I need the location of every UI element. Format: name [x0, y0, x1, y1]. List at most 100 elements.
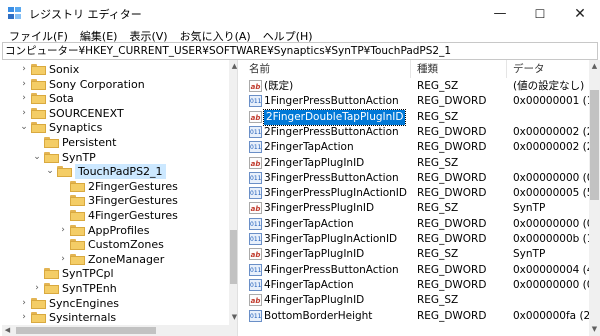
value-name: 3FingerTapPlugInID: [264, 248, 365, 261]
tree-item[interactable]: › Sota: [2, 91, 227, 106]
close-button[interactable]: ✕: [560, 0, 600, 27]
value-name: 4FingerTapAction: [264, 278, 354, 291]
folder-body: [31, 66, 46, 75]
value-data: 0x00000000 (0): [513, 217, 598, 230]
tree-item[interactable]: ⌄ SynTP: [2, 150, 227, 165]
tree-item[interactable]: › Sysinternals: [2, 310, 227, 325]
list-scroll-thumb[interactable]: [590, 90, 599, 200]
string-value-icon: ab: [249, 294, 262, 307]
chevron-right-icon[interactable]: ›: [58, 252, 68, 267]
tree-item[interactable]: ⌄ TouchPadPS2_1: [2, 164, 227, 180]
scroll-up-arrow-icon[interactable]: ▲: [589, 61, 600, 72]
value-data: SynTP: [513, 248, 546, 261]
tree-item-label: Synaptics: [49, 121, 103, 135]
table-row[interactable]: ab (既定) REG_SZ (値の設定なし): [243, 79, 600, 94]
folder-body: [44, 285, 59, 294]
tree-item[interactable]: ⌄ Synaptics: [2, 120, 227, 135]
value-name: 1FingerPressButtonAction: [264, 95, 399, 108]
tree-item[interactable]: CustomZones: [2, 237, 227, 252]
table-row[interactable]: 011 3FingerPressButtonAction REG_DWORD 0x00…: [243, 171, 600, 186]
folder-body: [31, 95, 46, 105]
chevron-right-icon[interactable]: ›: [32, 281, 42, 296]
tree-hscroll-thumb[interactable]: [16, 327, 156, 334]
tree-item[interactable]: › SynTPEnh: [2, 281, 227, 296]
chevron-down-icon[interactable]: ⌄: [32, 150, 42, 165]
folder-body: [31, 314, 46, 324]
table-row[interactable]: ab 3FingerTapPlugInID REG_SZ SynTP: [243, 247, 600, 262]
table-row[interactable]: 011 1FingerPressButtonAction REG_DWORD 0x00…: [243, 94, 600, 109]
table-row[interactable]: ab 2FingerTapPlugInID REG_SZ: [243, 156, 600, 171]
table-row[interactable]: 011 4FingerTapAction REG_DWORD 0x00000000 (…: [243, 278, 600, 293]
tree-vertical-scrollbar[interactable]: ▲ ▼: [229, 60, 237, 336]
chevron-right-icon[interactable]: ›: [58, 223, 68, 238]
dword-value-icon: 011: [249, 95, 262, 108]
tree-item[interactable]: › SOURCENEXT: [2, 106, 227, 121]
tree-item[interactable]: › Sonix: [2, 62, 227, 77]
tree-item[interactable]: 3FingerGestures: [2, 193, 227, 208]
folder-body: [31, 80, 46, 90]
table-row[interactable]: 011 3FingerTapPlugInActionID REG_DWORD 0x00…: [243, 232, 600, 247]
chevron-right-icon[interactable]: ›: [19, 296, 29, 311]
folder-icon: [31, 297, 46, 309]
table-row[interactable]: 011 3FingerTapAction REG_DWORD 0x00000000 (…: [243, 217, 600, 232]
string-value-icon: ab: [249, 202, 262, 215]
value-list-pane[interactable]: 名前 種類 データ ab (既定) REG_SZ (値の設定なし) 011 1Finger…: [243, 60, 600, 336]
folder-icon: [70, 210, 85, 221]
chevron-right-icon[interactable]: ›: [19, 77, 29, 92]
string-value-icon: ab: [249, 248, 262, 261]
scroll-down-arrow-icon[interactable]: ▼: [589, 324, 600, 335]
tree-item-label: 4FingerGestures: [88, 209, 178, 222]
table-row[interactable]: ab 2FingerDoubleTapPlugInID REG_SZ: [243, 108, 600, 126]
tree-item[interactable]: › Sony Corporation: [2, 77, 227, 92]
value-data: 0x00000001 (1): [513, 95, 598, 108]
tree-scroll-thumb[interactable]: [230, 230, 237, 284]
tree-item-label: SOURCENEXT: [49, 106, 124, 120]
tree-item-label: ZoneManager: [88, 252, 165, 266]
chevron-down-icon[interactable]: ⌄: [19, 120, 29, 135]
tree-item[interactable]: SynTPCpl: [2, 266, 227, 281]
table-row[interactable]: 011 2FingerTapAction REG_DWORD 0x00000002 (…: [243, 140, 600, 155]
chevron-right-icon[interactable]: ›: [19, 91, 29, 106]
value-data: 0x00000002 (2): [513, 141, 598, 154]
tree-item-label: SynTP: [62, 150, 96, 164]
table-row[interactable]: 011 2FingerPressButtonAction REG_DWORD 0x00…: [243, 125, 600, 140]
tree-item[interactable]: › ZoneManager: [2, 252, 227, 267]
column-header-data[interactable]: データ: [507, 60, 589, 78]
table-row[interactable]: ab 4FingerTapPlugInID REG_SZ: [243, 293, 600, 308]
value-name: 3FingerPressPlugInActionID: [264, 187, 407, 200]
chevron-right-icon[interactable]: ›: [19, 106, 29, 121]
dword-value-icon: 011: [249, 309, 262, 322]
registry-editor-window: レジストリ エディター — ☐ ✕ ファイル(F) 編集(E) 表示(V) お気…: [0, 0, 600, 336]
scroll-down-arrow-icon[interactable]: ▼: [229, 312, 237, 323]
column-header-type[interactable]: 種類: [411, 60, 507, 78]
folder-icon: [70, 239, 85, 251]
tree-item[interactable]: › AppProfiles: [2, 223, 227, 238]
tree-item[interactable]: 2FingerGestures: [2, 179, 227, 194]
key-tree-pane[interactable]: › Sonix › Sony Corporation › Sota › SOURCENEXT ⌄…: [2, 60, 238, 336]
dword-value-icon: 011: [249, 278, 262, 291]
table-row[interactable]: 011 BottomBorderHeight REG_DWORD 0x000000fa…: [243, 309, 600, 324]
column-header-name[interactable]: 名前: [243, 60, 411, 78]
tree-item[interactable]: 4FingerGestures: [2, 208, 227, 223]
address-bar[interactable]: コンピューター¥HKEY_CURRENT_USER¥SOFTWARE¥Synap…: [2, 42, 598, 60]
dword-value-icon: 011: [249, 141, 262, 154]
value-name: (既定): [264, 80, 294, 92]
tree-horizontal-scrollbar[interactable]: ◀: [2, 325, 229, 336]
chevron-right-icon[interactable]: ›: [19, 62, 29, 77]
table-row[interactable]: 011 3FingerPressPlugInActionID REG_DWORD 0x…: [243, 186, 600, 201]
table-row[interactable]: ab 3FingerPressPlugInID REG_SZ SynTP: [243, 201, 600, 216]
scroll-left-arrow-icon[interactable]: ◀: [2, 325, 13, 336]
minimize-button[interactable]: —: [480, 0, 520, 27]
list-vertical-scrollbar[interactable]: ▲ ▼: [589, 60, 600, 336]
tree-item[interactable]: › SyncEngines: [2, 296, 227, 311]
scroll-up-arrow-icon[interactable]: ▲: [229, 61, 237, 72]
tree-item[interactable]: Persistent: [2, 135, 227, 150]
chevron-right-icon[interactable]: ›: [19, 310, 29, 325]
value-data: SynTP: [513, 202, 546, 215]
folder-body: [44, 153, 59, 163]
folder-body: [70, 182, 85, 192]
table-row[interactable]: 011 4FingerPressButtonAction REG_DWORD 0x00…: [243, 263, 600, 278]
string-value-icon: ab: [249, 156, 262, 169]
maximize-button[interactable]: ☐: [520, 0, 560, 27]
chevron-down-icon[interactable]: ⌄: [45, 164, 55, 179]
